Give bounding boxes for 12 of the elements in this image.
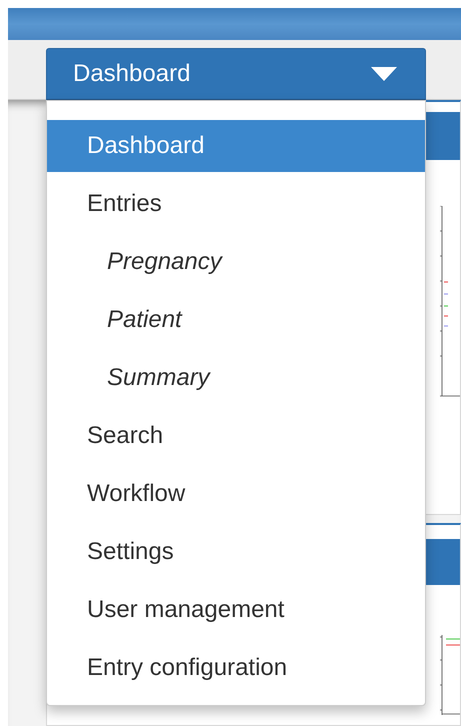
menu-item[interactable]: Patient <box>47 294 425 346</box>
caret-icon <box>371 67 397 81</box>
menu-item[interactable]: User management <box>47 584 425 636</box>
menu-item[interactable]: Summary <box>47 352 425 404</box>
page-dropdown[interactable]: Dashboard <box>46 48 426 100</box>
menu-item[interactable]: Dashboard <box>47 120 425 172</box>
menu-item[interactable]: Settings <box>47 526 425 578</box>
menu-item[interactable]: Workflow <box>47 468 425 520</box>
menu-item[interactable]: Entry configuration <box>47 642 425 694</box>
menu-item[interactable]: Entries <box>47 178 425 230</box>
menu-item[interactable]: Pregnancy <box>47 236 425 288</box>
menu-item[interactable]: Search <box>47 410 425 462</box>
